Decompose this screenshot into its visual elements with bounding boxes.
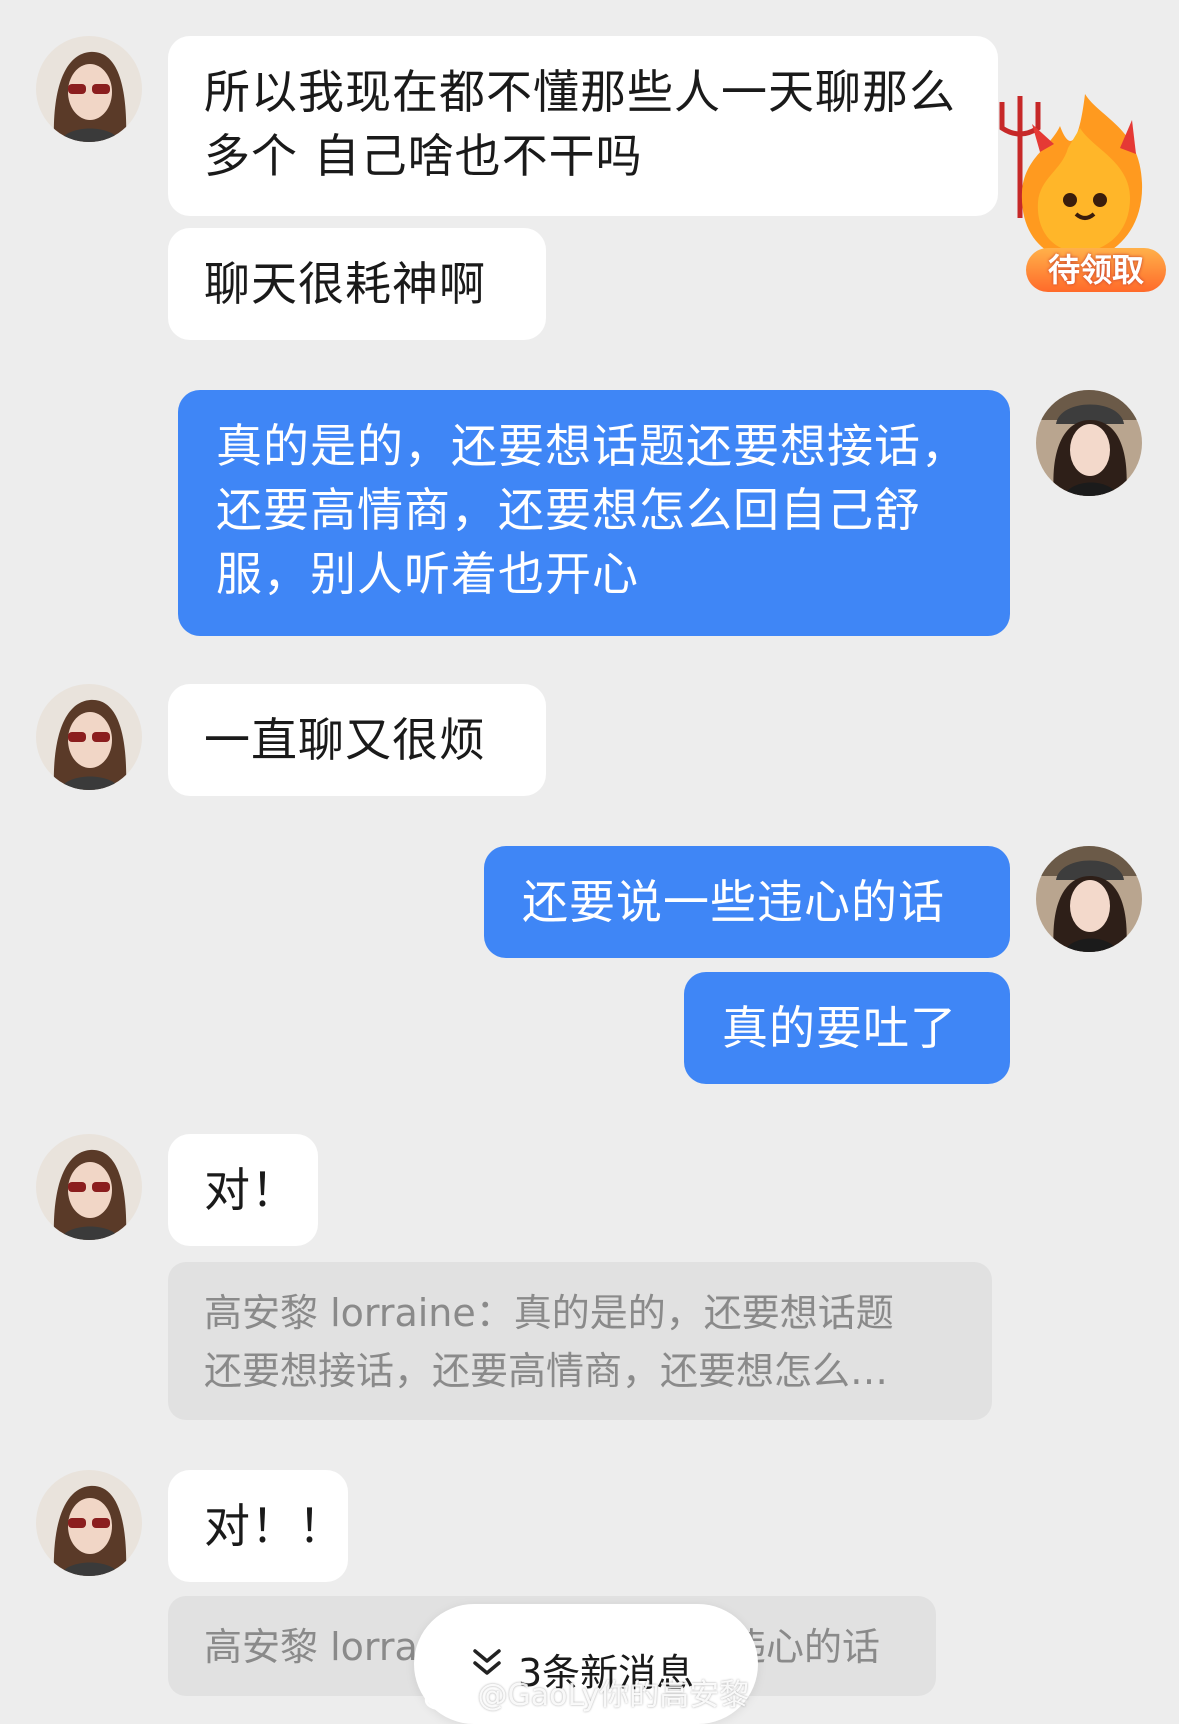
self-avatar[interactable] (1036, 846, 1142, 952)
avatar-image (36, 684, 142, 790)
avatar-image (36, 1134, 142, 1240)
outgoing-message-bubble[interactable]: 真的要吐了 (684, 972, 1010, 1084)
watermark: @GaoLy你的高安黎 (424, 1670, 749, 1714)
self-avatar-image (1036, 390, 1142, 496)
watermark-text: @GaoLy你的高安黎 (477, 1678, 750, 1713)
quoted-reply-text: 高安黎 lorra (204, 1625, 418, 1669)
chat-screen: 待领取 所以我现在都不懂那些人一天聊那么多个 自己啥也不干吗 聊天很耗神啊 真的… (0, 0, 1179, 1724)
avatar[interactable] (36, 1134, 142, 1240)
self-avatar[interactable] (1036, 390, 1142, 496)
avatar-image (36, 36, 142, 142)
quoted-reply-line: 高安黎 lorraine：真的是的，还要想话题 (204, 1291, 894, 1335)
avatar[interactable] (36, 36, 142, 142)
incoming-message-bubble[interactable]: 一直聊又很烦 (168, 684, 546, 796)
avatar[interactable] (36, 684, 142, 790)
incoming-message-bubble[interactable]: 对！！ (168, 1470, 348, 1582)
avatar[interactable] (36, 1470, 142, 1576)
incoming-message-bubble[interactable]: 聊天很耗神啊 (168, 228, 546, 340)
reward-sticker[interactable]: 待领取 (980, 88, 1176, 308)
weibo-icon (424, 1686, 460, 1710)
quoted-reply-line: 还要想接话，还要高情商，还要想怎么… (204, 1349, 889, 1393)
incoming-message-bubble[interactable]: 对！ (168, 1134, 318, 1246)
quoted-reply[interactable]: 高安黎 lorraine：真的是的，还要想话题 还要想接话，还要高情商，还要想怎… (168, 1262, 992, 1420)
outgoing-message-bubble[interactable]: 还要说一些违心的话 (484, 846, 1010, 958)
avatar-image (36, 1470, 142, 1576)
incoming-message-bubble[interactable]: 所以我现在都不懂那些人一天聊那么多个 自己啥也不干吗 (168, 36, 998, 216)
outgoing-message-bubble[interactable]: 真的是的，还要想话题还要想接话，还要高情商，还要想怎么回自己舒服，别人听着也开心 (178, 390, 1010, 636)
reward-label: 待领取 (1026, 248, 1166, 292)
self-avatar-image (1036, 846, 1142, 952)
